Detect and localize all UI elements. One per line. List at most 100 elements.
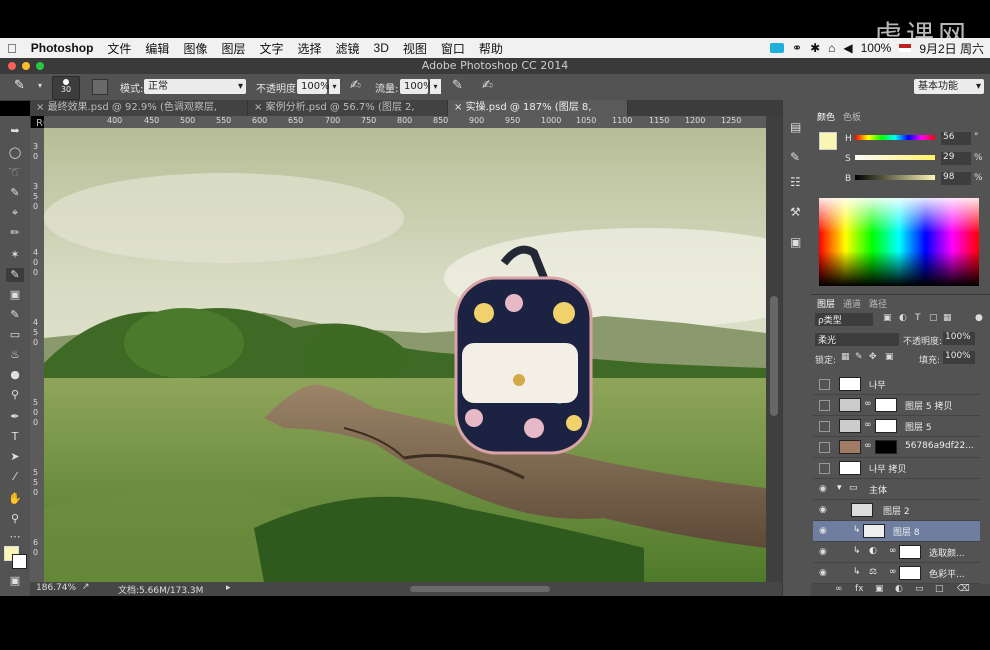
layer-opacity-input[interactable]: 100%: [943, 332, 975, 345]
menu-edit[interactable]: 编辑: [138, 40, 176, 57]
hand-tool-icon[interactable]: ✋: [6, 492, 24, 506]
brightness-slider[interactable]: [855, 175, 935, 180]
h-input[interactable]: 56: [941, 132, 971, 145]
lock-all-icon[interactable]: ▣: [885, 352, 894, 362]
vertical-ruler[interactable]: 3 0 3 5 0 4 0 0 4 5 0 5 0 0 5 5 0 6 0: [30, 128, 44, 582]
add-mask-icon[interactable]: ▣: [875, 584, 884, 594]
color-fg-swatch[interactable]: [819, 132, 837, 150]
lock-pixels-icon[interactable]: ✎: [855, 352, 863, 362]
eraser-tool-icon[interactable]: ▭: [6, 328, 24, 342]
layer-row[interactable]: 나무 拷贝: [813, 458, 980, 479]
menu-image[interactable]: 图像: [176, 40, 214, 57]
tab-final-effect[interactable]: × 最终效果.psd @ 92.9% (色调观察层, RGB/8) *: [30, 100, 248, 129]
new-adjustment-icon[interactable]: ◐: [895, 584, 903, 594]
move-tool-icon[interactable]: ➥: [6, 124, 24, 138]
brush-size-picker[interactable]: 30: [52, 76, 80, 100]
lock-position-icon[interactable]: ✥: [869, 352, 877, 362]
pen-tool-icon[interactable]: ✒: [6, 410, 24, 424]
tab-channels[interactable]: 通道: [843, 297, 861, 310]
filter-shape-icon[interactable]: ▢: [929, 313, 938, 323]
layer-kind-filter[interactable]: ρ类型: [815, 313, 873, 326]
type-tool-icon[interactable]: T: [6, 430, 24, 444]
eyedropper-tool-icon[interactable]: ✏: [6, 226, 24, 240]
tab-paths[interactable]: 路径: [869, 297, 887, 310]
color-spectrum[interactable]: [819, 198, 979, 286]
zoom-level[interactable]: 186.74%: [36, 583, 76, 593]
layer-group-row[interactable]: ◉ ▾ ▭ 主体: [813, 479, 980, 500]
b-input[interactable]: 98: [941, 172, 971, 185]
blend-mode-select[interactable]: 柔光: [815, 333, 899, 346]
opacity-input[interactable]: 100%: [297, 79, 330, 94]
eye-icon[interactable]: ◉: [819, 568, 827, 578]
layer-row-selected[interactable]: ◉ ↳ 图层 8: [813, 521, 980, 542]
s-input[interactable]: 29: [941, 152, 971, 165]
flow-chevron-icon[interactable]: ▾: [430, 79, 441, 94]
menu-app-name[interactable]: Photoshop: [24, 41, 101, 55]
zoom-window-button[interactable]: [36, 62, 44, 70]
brush-tool-icon[interactable]: ✎: [6, 268, 24, 282]
layer-row[interactable]: 나무: [813, 374, 980, 395]
healing-tool-icon[interactable]: ✶: [6, 248, 24, 262]
visibility-toggle[interactable]: [819, 379, 830, 390]
close-tab-icon[interactable]: ×: [454, 102, 462, 113]
volume-icon[interactable]: ◀: [843, 41, 852, 55]
crop-tool-icon[interactable]: ⌖: [6, 206, 24, 220]
pressure-opacity-icon[interactable]: ✍: [350, 78, 361, 93]
quick-select-tool-icon[interactable]: ✎: [6, 186, 24, 200]
document-canvas[interactable]: [44, 128, 766, 582]
horizontal-scrollbar[interactable]: [410, 586, 550, 592]
clock-date[interactable]: 9月2日 周六: [919, 40, 984, 57]
menu-layer[interactable]: 图层: [214, 40, 252, 57]
lasso-tool-icon[interactable]: ➰: [6, 166, 24, 180]
filter-pixel-icon[interactable]: ▣: [883, 313, 892, 323]
brush-presets-icon[interactable]: ✎: [790, 150, 800, 164]
flow-input[interactable]: 100%: [400, 79, 433, 94]
eye-icon[interactable]: ◉: [819, 484, 827, 494]
clone-stamp-tool-icon[interactable]: ▣: [6, 288, 24, 302]
marquee-tool-icon[interactable]: ◯: [6, 146, 24, 160]
opacity-chevron-icon[interactable]: ▾: [329, 79, 340, 94]
new-group-icon[interactable]: ▭: [915, 584, 924, 594]
tab-case-analysis[interactable]: × 案例分析.psd @ 56.7% (图层 2, RGB/8) *: [248, 100, 448, 129]
layer-row[interactable]: ◉ ↳ ⚖ ∞ 色彩平...: [813, 563, 980, 584]
new-layer-icon[interactable]: □: [935, 584, 944, 594]
layer-row[interactable]: ∞ 图层 5: [813, 416, 980, 437]
status-menu-arrow-icon[interactable]: ▸: [226, 583, 231, 593]
fill-input[interactable]: 100%: [943, 351, 975, 364]
airbrush-icon[interactable]: ✎: [452, 78, 463, 93]
bluetooth-icon[interactable]: ✱: [810, 41, 820, 55]
link-layers-icon[interactable]: ∞: [835, 584, 843, 594]
menu-window[interactable]: 窗口: [434, 40, 472, 57]
tab-color[interactable]: 颜色: [817, 110, 835, 123]
fx-icon[interactable]: fx: [855, 584, 864, 594]
share-icon[interactable]: ↗: [82, 582, 90, 592]
apple-icon[interactable]: : [0, 41, 24, 56]
creative-cloud-icon[interactable]: ⚭: [792, 41, 802, 55]
tab-swatches[interactable]: 色板: [843, 110, 861, 123]
layer-row[interactable]: ◉ 图层 2: [813, 500, 980, 521]
pressure-size-icon[interactable]: ✍: [482, 78, 493, 93]
expand-group-icon[interactable]: ▾: [837, 483, 842, 493]
wifi-icon[interactable]: ⌂: [828, 41, 835, 55]
layer-row[interactable]: ∞ 56786a9df22...: [813, 437, 980, 458]
quick-mask-icon[interactable]: ▣: [6, 574, 24, 588]
tab-practice[interactable]: × 实操.psd @ 187% (图层 8, RGB/8) *: [448, 100, 628, 129]
tools-icon[interactable]: ⚒: [790, 205, 801, 219]
hue-slider[interactable]: [855, 135, 935, 140]
blur-tool-icon[interactable]: ●: [6, 368, 24, 382]
menu-view[interactable]: 视图: [396, 40, 434, 57]
visibility-toggle[interactable]: [819, 421, 830, 432]
background-color-swatch[interactable]: [12, 554, 27, 569]
tool-preset-chevron-icon[interactable]: ▾: [38, 81, 42, 90]
layer-row[interactable]: ◉ ↳ ◐ ∞ 选取颜...: [813, 542, 980, 563]
visibility-toggle[interactable]: [819, 400, 830, 411]
mode-select[interactable]: 正常 ▾: [144, 79, 246, 94]
scrollbar-thumb[interactable]: [770, 296, 778, 416]
close-tab-icon[interactable]: ×: [254, 102, 262, 113]
menu-file[interactable]: 文件: [100, 40, 138, 57]
history-brush-tool-icon[interactable]: ✎: [6, 308, 24, 322]
canvas-vertical-scrollbar[interactable]: [766, 116, 782, 582]
line-tool-icon[interactable]: ⁄: [6, 470, 24, 484]
filter-toggle-icon[interactable]: ●: [975, 313, 983, 323]
filter-smart-icon[interactable]: ▦: [943, 313, 952, 323]
